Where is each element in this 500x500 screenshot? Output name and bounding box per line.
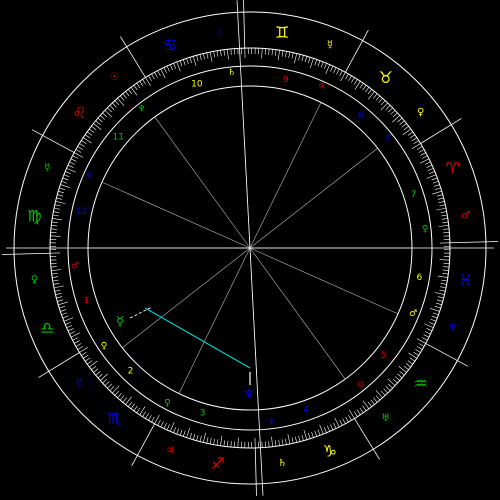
mars-ruler-icon: ♂ [461,210,470,221]
pisces-icon: ♓ [458,271,472,290]
gemini-icon: ♊ [275,23,289,42]
saturn-ruler-icon: ♄ [278,458,287,469]
house-number-10: 10 [191,79,203,89]
mercury-ruler-icon: ☿ [44,163,50,174]
sagittarius-icon: ♐ [211,454,225,473]
neptune-cusp-icon: ♆ [267,418,275,428]
mars-cusp-icon: ♂ [71,261,79,271]
taurus-icon: ♉ [379,68,393,87]
natal-chart: ♌ ☉ ♋ ☽ ♊ ☿ ♉ ♀ ♈ ♂ ♓ ♆ ♒ ♅ ♑ ♄ ♐ ♃ ♏ ♇ ♎ ♀ ♍ ☿ 1 ♂ 2 ♀ 3 ♀ 4 ♆ 5 ⊙ 6 ♂ 7 ♀ 8 ♇… [0,0,500,500]
venus-cusp-icon: ♀ [101,341,108,351]
venus-ruler-icon: ♀ [31,275,38,286]
pluto-cusp-icon: ♇ [385,135,393,145]
house-number-8: 8 [358,111,364,121]
house-number-1: 1 [84,296,90,306]
virgo-icon: ♍ [27,206,41,225]
neptune-cusp-icon: ♆ [85,171,93,181]
uranus-ruler-icon: ♅ [381,413,390,424]
house-number-12: 12 [76,207,87,217]
moon-ruler-icon: ☽ [213,27,222,38]
pluto-ruler-icon: ♇ [75,378,84,389]
aquarius-icon: ♒ [413,374,427,393]
mercury-planet-icon: ☿ [116,315,124,330]
libra-icon: ♎ [40,318,54,337]
house-number-5: 5 [381,351,387,361]
saturn-cusp-icon: ♄ [228,68,236,78]
jupiter-cusp-icon: ♃ [318,82,326,92]
scorpio-icon: ♏ [107,409,121,428]
mars-cusp-icon: ♂ [409,309,417,319]
house-number-9: 9 [283,75,289,85]
chart-wheel: ♌ ☉ ♋ ☽ ♊ ☿ ♉ ♀ ♈ ♂ ♓ ♆ ♒ ♅ ♑ ♄ ♐ ♃ ♏ ♇ ♎ ♀ ♍ ☿ 1 ♂ 2 ♀ 3 ♀ 4 ♆ 5 ⊙ 6 ♂ 7 ♀ 8 ♇… [0,0,500,500]
cancer-icon: ♋ [163,36,177,55]
neptune-planet-icon: ♆ [243,388,255,403]
house-number-6: 6 [417,273,423,283]
neptune-cusp-icon: ♆ [138,104,146,114]
venus-cusp-icon: ♀ [422,225,429,235]
sun-ruler-icon: ☉ [110,72,119,83]
sun-cusp-icon: ⊙ [357,380,365,390]
neptune-ruler-icon: ♆ [448,322,457,333]
house-number-7: 7 [411,190,417,200]
venus-cusp-icon: ♀ [164,398,171,408]
capricorn-icon: ♑ [323,441,337,460]
house-number-3: 3 [200,408,206,418]
venus-ruler-icon: ♀ [417,107,424,118]
leo-icon: ♌ [72,103,86,122]
jupiter-ruler-icon: ♃ [166,445,175,456]
house-number-4: 4 [303,406,309,416]
aries-icon: ♈ [446,159,460,178]
mercury-ruler-icon: ☿ [327,40,333,51]
house-number-11: 11 [113,132,124,142]
house-number-2: 2 [128,367,134,377]
